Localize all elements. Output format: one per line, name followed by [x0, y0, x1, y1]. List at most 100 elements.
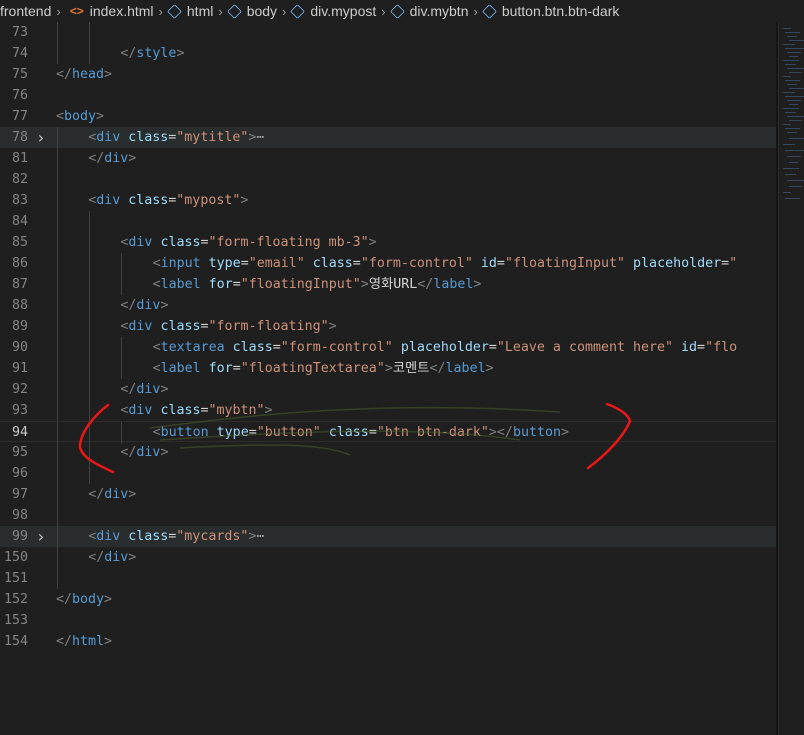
- breadcrumb-label: div.mybtn: [409, 3, 469, 19]
- code-token: div: [96, 193, 121, 208]
- fold-chevron-icon[interactable]: ›: [36, 127, 46, 148]
- minimap[interactable]: [778, 22, 804, 735]
- line-number: 96: [11, 466, 28, 481]
- code-token: class: [128, 529, 169, 544]
- line-number: 154: [3, 634, 28, 649]
- code-text: </div>: [120, 295, 168, 316]
- code-text: <label for="floatingTextarea">코멘트</label…: [153, 358, 494, 379]
- indent-guide: [89, 379, 91, 400]
- minimap-line: [783, 76, 791, 77]
- code-line[interactable]: 81 </div>: [0, 148, 776, 169]
- code-line[interactable]: 85 <div class="form-floating mb-3">: [0, 232, 776, 253]
- indent-guide: [89, 463, 91, 484]
- breadcrumb-item[interactable]: html: [167, 3, 213, 19]
- code-token: >: [160, 298, 169, 313]
- code-token: >: [240, 193, 249, 208]
- line-number: 88: [11, 298, 28, 313]
- code-line[interactable]: 87 <label for="floatingInput">영화URL</labe…: [0, 274, 776, 295]
- code-line[interactable]: 82: [0, 169, 776, 190]
- code-line[interactable]: 152 </body>: [0, 589, 776, 610]
- code-line[interactable]: 77 <body>: [0, 106, 776, 127]
- code-line[interactable]: 90 <textarea class="form-control" placeho…: [0, 337, 776, 358]
- breadcrumb-label: body: [246, 3, 278, 19]
- code-line[interactable]: 92 </div>: [0, 379, 776, 400]
- breadcrumb-item[interactable]: frontend: [0, 3, 51, 19]
- code-line[interactable]: 99 › <div class="mycards">⋯: [0, 526, 776, 547]
- code-token: type: [208, 256, 241, 271]
- minimap-line: [789, 186, 802, 187]
- minimap-line: [787, 156, 801, 157]
- code-line[interactable]: 78 › <div class="mytitle">⋯: [0, 127, 776, 148]
- indent-guide: [57, 232, 58, 253]
- breadcrumb-label: index.html: [89, 3, 154, 19]
- code-token: >: [360, 277, 369, 292]
- code-line[interactable]: 86 <input type="email" class="form-contro…: [0, 253, 776, 274]
- code-token: "Leave a comment here": [496, 340, 674, 355]
- code-token: type: [216, 425, 249, 440]
- code-line[interactable]: 88 </div>: [0, 295, 776, 316]
- code-token: label: [160, 361, 201, 376]
- line-number: 82: [11, 172, 28, 187]
- code-line[interactable]: 150 </div>: [0, 547, 776, 568]
- code-line[interactable]: 94 <button type="button" class="btn btn-d…: [0, 421, 776, 443]
- code-line[interactable]: 89 <div class="form-floating">: [0, 316, 776, 337]
- minimap-line: [789, 138, 804, 139]
- code-token: >: [104, 67, 113, 82]
- code-line[interactable]: 83 <div class="mypost">: [0, 190, 776, 211]
- breadcrumb-item[interactable]: button.btn.btn-dark: [481, 3, 619, 19]
- code-line[interactable]: 76: [0, 85, 776, 106]
- breadcrumb-item[interactable]: div.mybtn: [389, 3, 469, 19]
- indent-guide: [57, 484, 58, 505]
- chevron-right-icon: ›: [218, 3, 223, 19]
- code-editor[interactable]: 73 74 </style> 75 </head> 76 77 <body> 78 › <div c…: [0, 22, 776, 735]
- code-line[interactable]: 154 </html>: [0, 631, 776, 652]
- code-token: =: [232, 277, 241, 292]
- code-line[interactable]: 97 </div>: [0, 484, 776, 505]
- code-token: <: [56, 109, 65, 124]
- code-line[interactable]: 74 </style>: [0, 43, 776, 64]
- code-line[interactable]: 73: [0, 22, 776, 43]
- code-token: input: [160, 256, 201, 271]
- code-text: <div class="mycards">⋯: [88, 526, 264, 547]
- code-token: class: [160, 235, 201, 250]
- fold-chevron-icon[interactable]: ›: [36, 526, 46, 547]
- code-token: body: [64, 109, 97, 124]
- code-token: </: [120, 445, 137, 460]
- code-line[interactable]: 93 <div class="mybtn">: [0, 400, 776, 421]
- code-line[interactable]: 91 <label for="floatingTextarea">코멘트</lab…: [0, 358, 776, 379]
- indent-guide: [89, 211, 91, 232]
- minimap-line: [789, 88, 804, 89]
- indent-guide: [57, 127, 58, 148]
- code-line[interactable]: 153: [0, 610, 776, 631]
- line-number: 78: [11, 130, 28, 145]
- code-line[interactable]: 75 </head>: [0, 64, 776, 85]
- minimap-line: [783, 60, 799, 61]
- indent-guide: [121, 337, 123, 358]
- breadcrumb-item[interactable]: <> index.html: [66, 3, 154, 19]
- code-text: </head>: [56, 64, 112, 85]
- code-text: </html>: [56, 631, 112, 652]
- code-text: <div class="mypost">: [88, 190, 248, 211]
- code-line[interactable]: 98: [0, 505, 776, 526]
- code-line[interactable]: 95 </div>: [0, 442, 776, 463]
- cube-icon: [290, 3, 306, 19]
- code-token: >: [368, 235, 377, 250]
- breadcrumb-item[interactable]: div.mypost: [290, 3, 376, 19]
- code-line[interactable]: 84: [0, 211, 776, 232]
- breadcrumb-item[interactable]: body: [226, 3, 278, 19]
- indent-guide: [57, 316, 58, 337]
- line-number: 73: [11, 25, 28, 40]
- code-token: >: [328, 319, 337, 334]
- indent-guide: [121, 422, 123, 443]
- code-token: "mytitle": [176, 130, 249, 145]
- code-line[interactable]: 96: [0, 463, 776, 484]
- indent-guide: [121, 274, 123, 295]
- code-token: =: [488, 340, 497, 355]
- code-token: </: [120, 382, 137, 397]
- code-line[interactable]: 151: [0, 568, 776, 589]
- minimap-line: [783, 108, 799, 109]
- minimap-line: [785, 48, 804, 49]
